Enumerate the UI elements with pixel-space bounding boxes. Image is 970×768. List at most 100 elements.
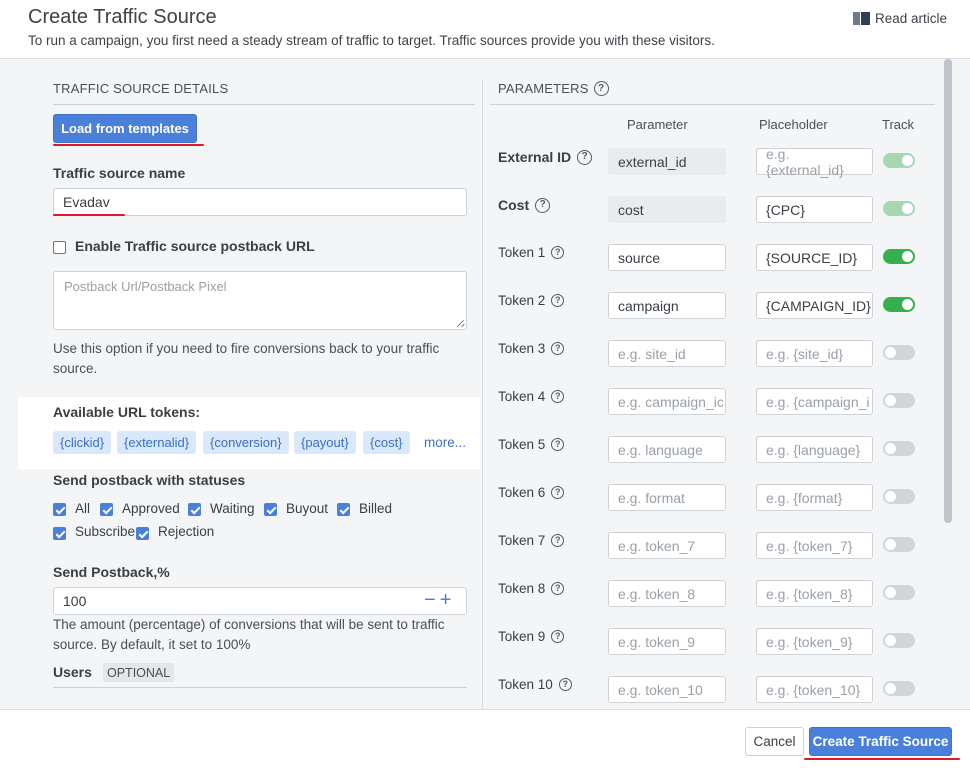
column-header-parameter: Parameter — [627, 117, 688, 132]
param-input-token-8[interactable]: e.g. token_8 — [608, 580, 726, 607]
statuses-label: Send postback with statuses — [53, 472, 246, 488]
param-label-text: Token 9 — [498, 629, 546, 644]
placeholder-input-cost[interactable]: {CPC} — [756, 196, 873, 223]
param-row-label: Token 7? — [498, 533, 565, 548]
traffic-source-name-label: Traffic source name — [53, 165, 186, 181]
placeholder-hint: e.g. {token_9} — [766, 633, 853, 650]
postback-help-text: Use this option if you need to fire conv… — [53, 341, 440, 376]
enable-postback-checkbox[interactable] — [53, 241, 66, 254]
url-token-chip[interactable]: {payout} — [294, 431, 356, 454]
param-label-text: Token 1 — [498, 245, 546, 260]
param-label-text: Cost — [498, 197, 530, 213]
plus-icon[interactable]: + — [440, 590, 452, 610]
help-icon[interactable]: ? — [551, 486, 565, 499]
status-checkbox-buyout[interactable] — [264, 503, 277, 516]
help-icon[interactable]: ? — [551, 534, 565, 547]
placeholder-input-token-8[interactable]: e.g. {token_8} — [756, 580, 873, 607]
param-value: campaign — [618, 297, 679, 314]
placeholder-input-token-6[interactable]: e.g. {format} — [756, 484, 873, 511]
help-icon[interactable]: ? — [577, 149, 593, 165]
param-input-token-6[interactable]: e.g. format — [608, 484, 726, 511]
help-icon[interactable]: ? — [535, 197, 551, 213]
param-input-token-1[interactable]: source — [608, 244, 726, 271]
placeholder-input-external-id[interactable]: e.g. {external_id} — [756, 146, 873, 178]
param-input-external-id: external_id — [608, 148, 726, 175]
param-row-label: Token 2? — [498, 293, 565, 308]
more-tokens-link[interactable]: more... — [424, 435, 466, 450]
track-toggle-token-10[interactable] — [883, 681, 915, 696]
track-toggle-token-5[interactable] — [883, 441, 915, 456]
percentage-stepper[interactable]: − + — [424, 590, 451, 610]
track-toggle-token-4[interactable] — [883, 393, 915, 408]
url-token-chip[interactable]: {externalid} — [117, 431, 197, 454]
scrollbar[interactable] — [944, 59, 952, 523]
placeholder-hint: e.g. {format} — [766, 489, 843, 506]
param-input-token-5[interactable]: e.g. language — [608, 436, 726, 463]
param-row-label: Token 8? — [498, 581, 565, 596]
status-checkbox-rejection[interactable] — [136, 527, 149, 540]
send-postback-input[interactable]: 100 — [53, 587, 467, 615]
help-icon[interactable]: ? — [551, 342, 565, 355]
track-toggle-token-3[interactable] — [883, 345, 915, 360]
param-row-label: Token 6? — [498, 485, 565, 500]
placeholder-input-token-3[interactable]: e.g. {site_id} — [756, 340, 873, 367]
placeholder-input-token-7[interactable]: e.g. {token_7} — [756, 532, 873, 559]
param-input-token-3[interactable]: e.g. site_id — [608, 340, 726, 367]
param-input-token-4[interactable]: e.g. campaign_ic — [608, 388, 726, 415]
cancel-button[interactable]: Cancel — [745, 727, 804, 756]
placeholder-input-token-4[interactable]: e.g. {campaign_i — [756, 388, 873, 415]
help-icon[interactable]: ? — [551, 390, 565, 403]
help-icon[interactable]: ? — [558, 678, 572, 691]
placeholder-input-token-2[interactable]: {CAMPAIGN_ID} — [756, 292, 873, 319]
track-toggle-token-2[interactable] — [883, 297, 915, 312]
status-checkbox-approved[interactable] — [100, 503, 113, 516]
url-token-chip[interactable]: {clickid} — [53, 431, 112, 454]
help-icon[interactable]: ? — [551, 294, 565, 307]
status-checkbox-subscribe[interactable] — [53, 527, 66, 540]
track-toggle-token-7[interactable] — [883, 537, 915, 552]
placeholder-input-token-9[interactable]: e.g. {token_9} — [756, 628, 873, 655]
placeholder-input-token-10[interactable]: e.g. {token_10} — [756, 676, 873, 703]
book-icon — [852, 12, 870, 25]
url-token-chip[interactable]: {cost} — [363, 431, 410, 454]
annotation-underline — [53, 214, 125, 216]
status-checkbox-billed[interactable] — [337, 503, 350, 516]
postback-url-placeholder: Postback Url/Postback Pixel — [64, 279, 227, 294]
create-traffic-source-button[interactable]: Create Traffic Source — [809, 727, 952, 756]
param-input-token-9[interactable]: e.g. token_9 — [608, 628, 726, 655]
read-article-link[interactable]: Read article — [852, 11, 947, 26]
page-subtitle: To run a campaign, you first need a stea… — [28, 33, 715, 48]
annotation-underline — [53, 144, 204, 146]
help-icon[interactable]: ? — [551, 438, 565, 451]
status-label: Subscribe — [75, 524, 136, 539]
status-checkbox-waiting[interactable] — [188, 503, 201, 516]
parameters-title-text: PARAMETERS — [498, 81, 589, 96]
postback-url-textarea[interactable]: Postback Url/Postback Pixel — [53, 271, 467, 330]
help-icon[interactable]: ? — [551, 630, 565, 643]
help-icon[interactable]: ? — [593, 81, 609, 96]
param-input-token-7[interactable]: e.g. token_7 — [608, 532, 726, 559]
parameters-section-divider — [490, 104, 935, 105]
minus-icon[interactable]: − — [424, 590, 436, 610]
param-row-label: Token 1? — [498, 245, 565, 260]
url-token-chip[interactable]: {conversion} — [203, 431, 289, 454]
status-label: All — [75, 501, 91, 516]
param-input-token-2[interactable]: campaign — [608, 292, 726, 319]
param-input-token-10[interactable]: e.g. token_10 — [608, 676, 726, 703]
help-icon[interactable]: ? — [551, 246, 565, 259]
placeholder-input-token-5[interactable]: e.g. {language} — [756, 436, 873, 463]
track-toggle-token-8[interactable] — [883, 585, 915, 600]
param-hint: e.g. token_8 — [618, 585, 696, 602]
placeholder-hint: e.g. {token_8} — [766, 585, 853, 602]
placeholder-hint: e.g. {language} — [766, 441, 861, 458]
track-toggle-token-6[interactable] — [883, 489, 915, 504]
status-checkbox-all[interactable] — [53, 503, 66, 516]
track-toggle-token-1[interactable] — [883, 249, 915, 264]
resize-grip-icon[interactable] — [456, 319, 464, 327]
track-toggle-token-9[interactable] — [883, 633, 915, 648]
traffic-source-name-input[interactable]: Evadav — [53, 188, 467, 216]
param-row-label: Token 5? — [498, 437, 565, 452]
load-from-templates-button[interactable]: Load from templates — [53, 114, 197, 143]
help-icon[interactable]: ? — [551, 582, 565, 595]
placeholder-input-token-1[interactable]: {SOURCE_ID} — [756, 244, 873, 271]
